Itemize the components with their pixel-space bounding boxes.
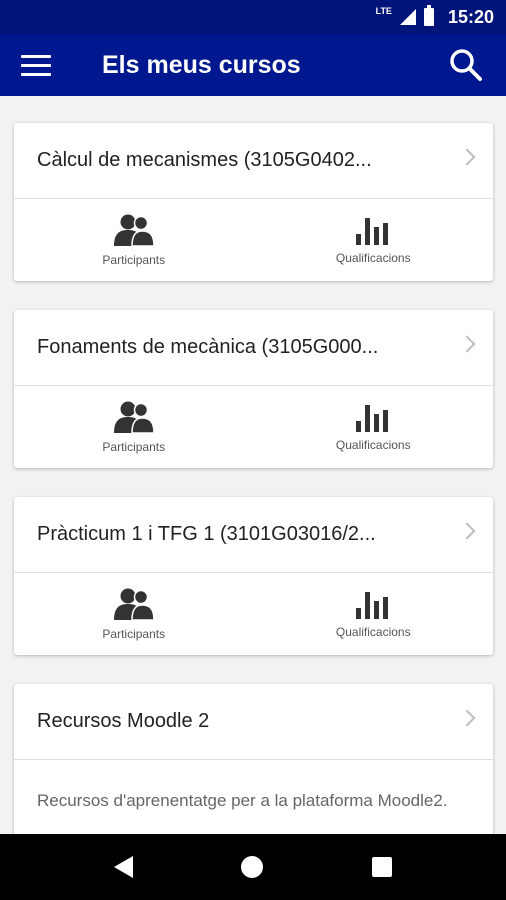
course-header[interactable]: Càlcul de mecanismes (3105G0402... (14, 123, 493, 199)
course-description: Recursos d'aprenentatge per a la platafo… (37, 791, 448, 810)
grades-label: Qualificacions (335, 251, 411, 265)
participants-button[interactable]: Participants (14, 573, 254, 655)
course-card: Fonaments de mecànica (3105G000... Parti… (14, 310, 493, 468)
people-icon (113, 588, 154, 621)
participants-button[interactable]: Participants (14, 199, 254, 281)
battery-icon (423, 5, 434, 26)
grades-button[interactable]: Qualificacions (254, 573, 494, 655)
clock: 15:20 (447, 6, 494, 27)
grades-button[interactable]: Qualificacions (254, 199, 494, 281)
bar-chart-icon (356, 592, 389, 619)
people-icon (113, 214, 154, 247)
app-bar: Els meus cursos (0, 34, 506, 96)
page-title: Els meus cursos (102, 50, 301, 79)
participants-label: Participants (102, 627, 166, 641)
course-card: Recursos Moodle 2 Recursos d'aprenentatg… (14, 684, 493, 834)
participants-label: Participants (102, 253, 166, 267)
course-title: Pràcticum 1 i TFG 1 (3101G03016/2... (37, 523, 376, 545)
course-title: Càlcul de mecanismes (3105G0402... (37, 149, 372, 171)
grades-label: Qualificacions (335, 438, 411, 452)
participants-button[interactable]: Participants (14, 386, 254, 468)
bar-chart-icon (356, 218, 389, 245)
people-icon (113, 401, 154, 434)
grades-button[interactable]: Qualificacions (254, 386, 494, 468)
system-nav-bar (0, 834, 506, 900)
status-bar: LTE 15:20 (0, 0, 506, 34)
search-icon[interactable] (426, 34, 506, 96)
course-header[interactable]: Recursos Moodle 2 (14, 684, 493, 760)
course-title: Fonaments de mecànica (3105G000... (37, 336, 379, 358)
course-title: Recursos Moodle 2 (37, 710, 210, 732)
course-header[interactable]: Pràcticum 1 i TFG 1 (3101G03016/2... (14, 497, 493, 573)
menu-icon[interactable] (0, 34, 72, 96)
home-icon[interactable] (241, 856, 264, 878)
course-list: Càlcul de mecanismes (3105G0402... Parti… (0, 96, 506, 834)
course-card: Càlcul de mecanismes (3105G0402... Parti… (14, 123, 493, 281)
bar-chart-icon (356, 405, 389, 432)
chevron-right-icon (458, 148, 476, 166)
participants-label: Participants (102, 440, 166, 454)
chevron-right-icon (458, 522, 476, 540)
chevron-right-icon (458, 335, 476, 353)
chevron-right-icon (458, 709, 476, 727)
network-type: LTE (375, 6, 392, 16)
grades-label: Qualificacions (335, 625, 411, 639)
signal-icon (399, 9, 416, 25)
back-icon[interactable] (114, 856, 134, 878)
course-card: Pràcticum 1 i TFG 1 (3101G03016/2... Par… (14, 497, 493, 655)
recents-icon[interactable] (371, 857, 392, 877)
course-header[interactable]: Fonaments de mecànica (3105G000... (14, 310, 493, 386)
